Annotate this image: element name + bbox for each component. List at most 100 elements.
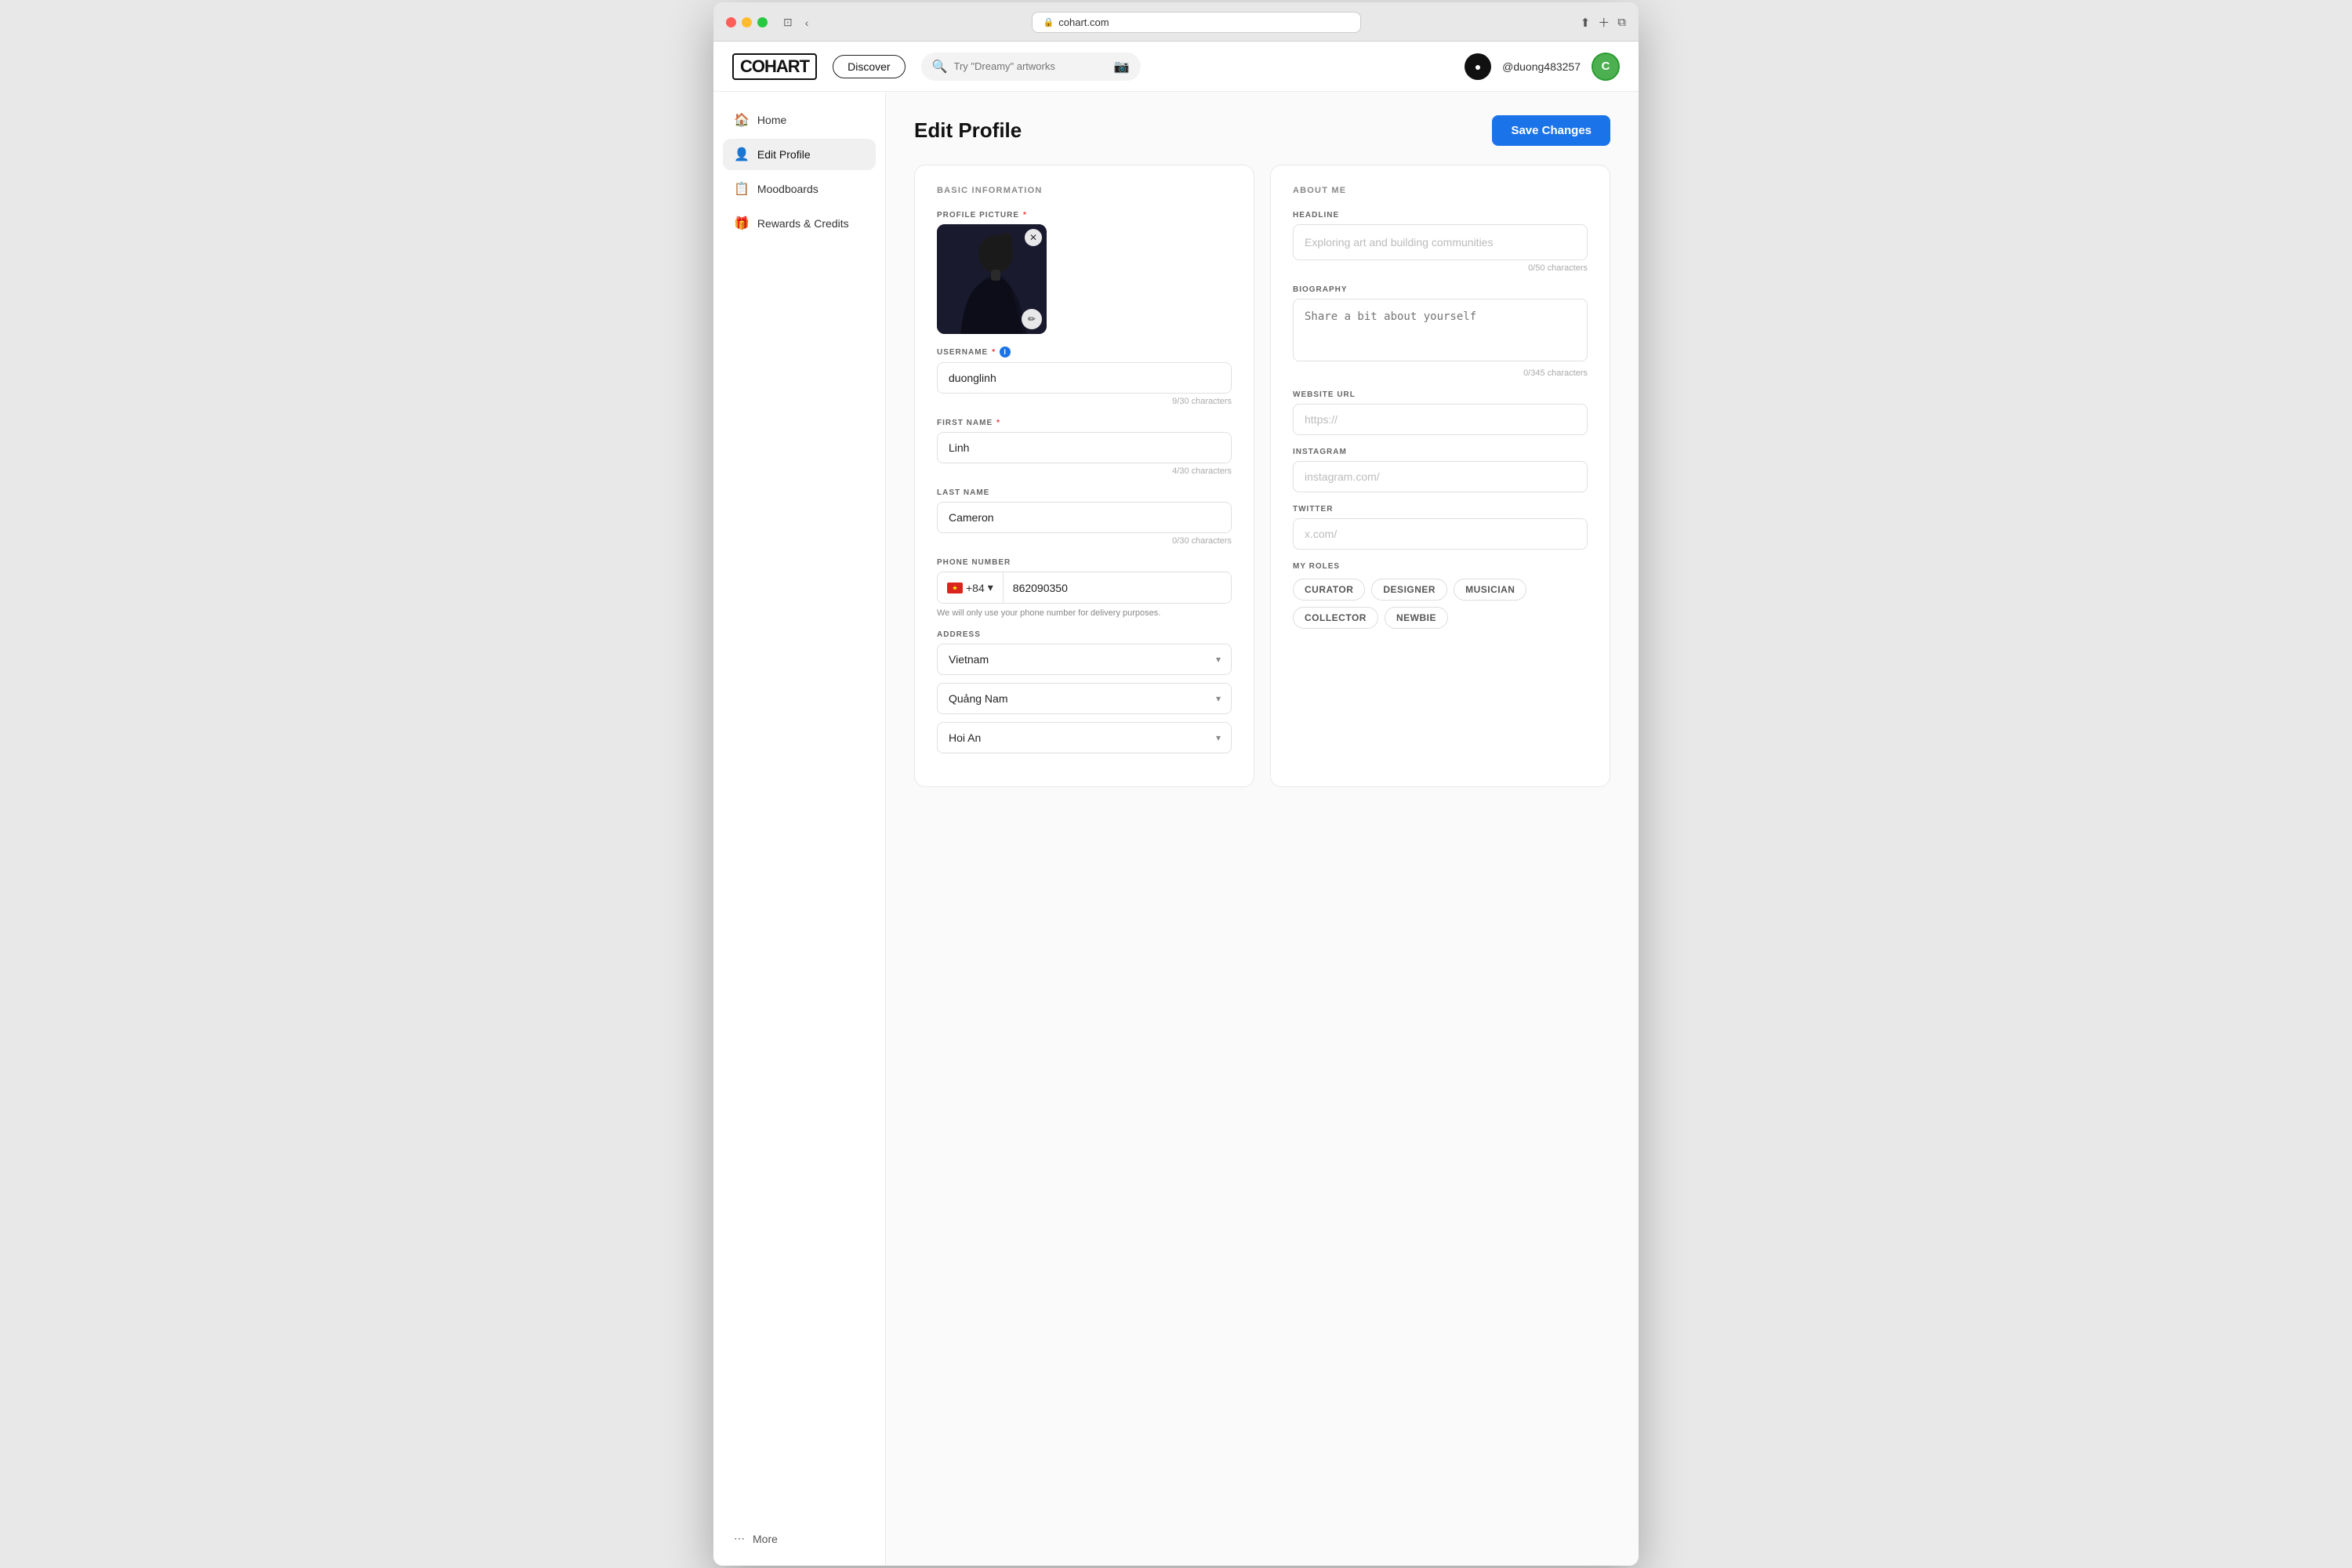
browser-titlebar: ⊡ ‹ 🔒 cohart.com ⬆ ＋ ⧉ <box>713 2 1639 42</box>
page-title: Edit Profile <box>914 118 1022 143</box>
minimize-window-button[interactable] <box>742 17 752 27</box>
sidebar-more-label: More <box>753 1533 778 1545</box>
profile-picture-label: PROFILE PICTURE * <box>937 211 1232 220</box>
profile-picture-group: PROFILE PICTURE * <box>937 211 1232 334</box>
sidebar: 🏠 Home 👤 Edit Profile 📋 Moodboards 🎁 Rew… <box>713 92 886 1566</box>
role-tag-newbie[interactable]: NEWBIE <box>1385 607 1448 629</box>
instagram-input[interactable] <box>1293 461 1588 492</box>
role-tag-designer[interactable]: DESIGNER <box>1371 579 1447 601</box>
profile-pic-edit-button[interactable]: ✏ <box>1022 309 1042 329</box>
sidebar-edit-profile-label: Edit Profile <box>757 148 811 161</box>
share-button[interactable]: ⬆ <box>1581 16 1591 30</box>
website-group: WEBSITE URL <box>1293 390 1588 435</box>
edit-columns: BASIC INFORMATION PROFILE PICTURE * <box>914 165 1610 787</box>
twitter-input[interactable] <box>1293 518 1588 550</box>
twitter-label-field: TWITTER <box>1293 505 1588 514</box>
moodboards-icon: 📋 <box>734 181 750 197</box>
search-icon: 🔍 <box>932 59 948 74</box>
username-info-icon[interactable]: i <box>1000 347 1011 358</box>
province-select-wrapper: Quảng Nam ▾ <box>937 683 1232 714</box>
first-name-input[interactable] <box>937 432 1232 463</box>
last-name-label-field: LAST NAME <box>937 488 1232 497</box>
last-name-group: LAST NAME 0/30 characters <box>937 488 1232 546</box>
first-name-required-star: * <box>996 419 1000 427</box>
phone-prefix-text: +84 <box>966 582 985 594</box>
address-bar-wrapper: 🔒 cohart.com <box>821 12 1570 33</box>
biography-textarea[interactable] <box>1293 299 1588 361</box>
tabs-button[interactable]: ⧉ <box>1617 16 1626 29</box>
search-bar[interactable]: 🔍 📷 <box>921 53 1141 81</box>
username-group: USERNAME * i 9/30 characters <box>937 347 1232 406</box>
address-bar[interactable]: 🔒 cohart.com <box>1032 12 1361 33</box>
avatar-button[interactable]: C <box>1592 53 1620 81</box>
phone-input-group: +84 ▾ <box>937 572 1232 604</box>
last-name-input[interactable] <box>937 502 1232 533</box>
first-name-char-count: 4/30 characters <box>937 466 1232 476</box>
roles-label-field: MY ROLES <box>1293 562 1588 571</box>
sidebar-item-edit-profile[interactable]: 👤 Edit Profile <box>723 139 876 170</box>
instagram-group: INSTAGRAM <box>1293 448 1588 492</box>
close-window-button[interactable] <box>726 17 736 27</box>
city-select[interactable]: Hoi An <box>937 722 1232 753</box>
edit-profile-icon: 👤 <box>734 147 750 162</box>
website-input[interactable] <box>1293 404 1588 435</box>
headline-input[interactable] <box>1293 224 1588 260</box>
sidebar-toggle-button[interactable]: ⊡ <box>780 14 796 31</box>
bio-char-count: 0/345 characters <box>1293 368 1588 378</box>
notification-button[interactable]: ● <box>1465 53 1491 80</box>
sidebar-item-moodboards[interactable]: 📋 Moodboards <box>723 173 876 205</box>
role-tag-musician[interactable]: MUSICIAN <box>1454 579 1526 601</box>
website-label-field: WEBSITE URL <box>1293 390 1588 399</box>
first-name-group: FIRST NAME * 4/30 characters <box>937 419 1232 476</box>
phone-group: PHONE NUMBER +84 ▾ We will only use <box>937 558 1232 618</box>
bio-label-field: BIOGRAPHY <box>1293 285 1588 294</box>
phone-number-input[interactable] <box>1004 573 1231 603</box>
sidebar-item-rewards[interactable]: 🎁 Rewards & Credits <box>723 208 876 239</box>
biography-group: BIOGRAPHY 0/345 characters <box>1293 285 1588 378</box>
maximize-window-button[interactable] <box>757 17 768 27</box>
main-layout: 🏠 Home 👤 Edit Profile 📋 Moodboards 🎁 Rew… <box>713 92 1639 1566</box>
role-tag-curator[interactable]: CURATOR <box>1293 579 1365 601</box>
content-area: Edit Profile Save Changes BASIC INFORMAT… <box>886 92 1639 1566</box>
new-tab-button[interactable]: ＋ <box>1598 14 1610 31</box>
page-header: Edit Profile Save Changes <box>914 115 1610 146</box>
address-group: ADDRESS Vietnam ▾ Quảng Nam <box>937 630 1232 753</box>
first-name-label-field: FIRST NAME * <box>937 419 1232 427</box>
profile-picture-container: ✕ ✏ <box>937 224 1047 334</box>
profile-pic-close-button[interactable]: ✕ <box>1025 229 1042 246</box>
username-input[interactable] <box>937 362 1232 394</box>
discover-button[interactable]: Discover <box>833 55 905 78</box>
roles-container: CURATOR DESIGNER MUSICIAN COLLECTOR NEWB… <box>1293 579 1588 629</box>
username-required-star: * <box>992 348 996 357</box>
more-dots-icon: ⋯ <box>734 1532 745 1545</box>
country-select[interactable]: Vietnam <box>937 644 1232 675</box>
twitter-group: TWITTER <box>1293 505 1588 550</box>
traffic-lights <box>726 17 768 27</box>
search-input[interactable] <box>954 60 1108 72</box>
city-select-wrapper: Hoi An ▾ <box>937 722 1232 753</box>
sidebar-moodboards-label: Moodboards <box>757 183 818 195</box>
role-tag-collector[interactable]: COLLECTOR <box>1293 607 1378 629</box>
roles-group: MY ROLES CURATOR DESIGNER MUSICIAN COLLE… <box>1293 562 1588 629</box>
address-label-field: ADDRESS <box>937 630 1232 639</box>
lock-icon: 🔒 <box>1044 17 1054 27</box>
camera-icon[interactable]: 📷 <box>1114 59 1130 74</box>
sidebar-item-home[interactable]: 🏠 Home <box>723 104 876 136</box>
phone-label-field: PHONE NUMBER <box>937 558 1232 567</box>
about-me-section-title: ABOUT ME <box>1293 186 1588 195</box>
basic-info-section-title: BASIC INFORMATION <box>937 186 1232 195</box>
instagram-label-field: INSTAGRAM <box>1293 448 1588 456</box>
back-button[interactable]: ‹ <box>802 15 812 31</box>
required-star: * <box>1023 211 1027 220</box>
sidebar-home-label: Home <box>757 114 786 126</box>
sidebar-more-button[interactable]: ⋯ More <box>723 1524 876 1553</box>
url-text: cohart.com <box>1058 16 1109 28</box>
flag-vietnam <box>947 583 963 593</box>
logo: COHART <box>732 53 817 80</box>
country-select-wrapper: Vietnam ▾ <box>937 644 1232 675</box>
sidebar-rewards-label: Rewards & Credits <box>757 217 849 230</box>
save-changes-button[interactable]: Save Changes <box>1492 115 1610 146</box>
province-select[interactable]: Quảng Nam <box>937 683 1232 714</box>
phone-prefix-selector[interactable]: +84 ▾ <box>938 572 1004 603</box>
username-label: @duong483257 <box>1502 60 1581 73</box>
